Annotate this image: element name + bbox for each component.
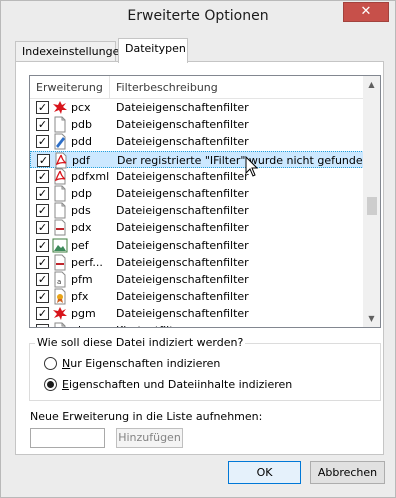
- extension-text: pds: [71, 204, 91, 218]
- ok-button[interactable]: OK: [228, 461, 301, 484]
- red-bar-file-icon: [52, 219, 68, 236]
- pdf-icon: [52, 168, 68, 185]
- svg-text:a: a: [57, 278, 61, 286]
- extension-text: pfx: [71, 290, 89, 304]
- filter-description: Dateieigenschaftenfilter: [116, 204, 249, 218]
- blank-file-icon: [52, 185, 68, 202]
- new-extension-input[interactable]: [30, 428, 105, 448]
- list-item-pgm[interactable]: ✓ pgm Dateieigenschaftenfilter: [30, 305, 364, 322]
- extension-text: pdd: [71, 135, 92, 149]
- new-extension-label: Neue Erweiterung in die Liste aufnehmen:: [30, 410, 263, 423]
- list-item-perf[interactable]: ✓ perf... Dateieigenschaftenfilter: [30, 254, 364, 271]
- extension-text: pdf: [72, 153, 90, 167]
- checkbox[interactable]: ✓: [36, 204, 49, 218]
- blank-file-icon: [52, 116, 68, 133]
- list-item-pdd[interactable]: ✓ pdd Dateieigenschaftenfilter: [30, 133, 364, 150]
- checkbox[interactable]: ✓: [36, 238, 49, 252]
- checkbox[interactable]: ✓: [36, 186, 49, 200]
- certificate-file-icon: [52, 288, 68, 305]
- radio-button[interactable]: [44, 357, 57, 370]
- mouse-pointer-icon: [245, 156, 259, 177]
- column-header-extension[interactable]: Erweiterung: [30, 76, 110, 99]
- extension-text: perf...: [71, 255, 103, 269]
- checkbox[interactable]: ✓: [36, 118, 49, 132]
- filter-description: Dateieigenschaftenfilter: [116, 290, 249, 304]
- extension-text: pdfxml: [71, 169, 110, 183]
- blank-file-icon: [52, 202, 68, 219]
- title-bar: Erweiterte Optionen ✕: [1, 1, 395, 32]
- checkbox[interactable]: ✓: [36, 290, 49, 304]
- filter-description: Dateieigenschaftenfilter: [116, 221, 249, 235]
- checkbox[interactable]: ✓: [36, 255, 49, 269]
- cancel-button[interactable]: Abbrechen: [310, 461, 385, 484]
- column-header-description[interactable]: Filterbeschreibung: [110, 76, 364, 99]
- checkbox[interactable]: ✓: [36, 324, 49, 327]
- pdf-icon: [53, 152, 69, 169]
- file-type-list[interactable]: Erweiterung Filterbeschreibung ✓ pcx Datei…: [29, 75, 381, 328]
- checkbox[interactable]: ✓: [36, 169, 49, 183]
- tab-dateitypen[interactable]: Dateitypen: [118, 38, 188, 63]
- window-title: Erweiterte Optionen: [127, 8, 269, 24]
- extension-text: pfm: [71, 272, 93, 286]
- dialog-window: Erweiterte Optionen ✕ Indexeinstellungen…: [0, 0, 396, 498]
- close-button[interactable]: ✕: [343, 2, 389, 22]
- scrollbar-thumb[interactable]: [367, 197, 377, 215]
- font-file-icon: a: [52, 271, 68, 288]
- index-options-group: Wie soll diese Datei indiziert werden? N…: [29, 336, 381, 401]
- list-item-pds[interactable]: ✓ pds Dateieigenschaftenfilter: [30, 202, 364, 219]
- list-item-pdfxml[interactable]: ✓ pdfxml Dateieigenschaftenfilter: [30, 168, 364, 185]
- list-item-pfx[interactable]: ✓ pfx Dateieigenschaftenfilter: [30, 288, 364, 305]
- group-legend: Wie soll diese Datei indiziert werden?: [35, 336, 246, 349]
- filter-description: Dateieigenschaftenfilter: [116, 101, 249, 114]
- scroll-down-arrow-icon[interactable]: ▼: [363, 310, 380, 327]
- filter-description: Dateieigenschaftenfilter: [116, 307, 249, 321]
- brush-file-icon: [52, 133, 68, 150]
- extension-text: pdb: [71, 118, 92, 132]
- filter-description: Dateieigenschaftenfilter: [116, 118, 249, 132]
- filter-description: Dateieigenschaftenfilter: [116, 135, 249, 149]
- red-bar-file-icon: [52, 254, 68, 271]
- image-file-icon: [52, 237, 68, 254]
- extension-text: pdp: [71, 186, 92, 200]
- extension-text: pdx: [71, 221, 92, 235]
- tab-panel-dateitypen: Erweiterung Filterbeschreibung ✓ pcx Datei…: [15, 61, 384, 455]
- list-item-pdf[interactable]: ✓ pdf Der registrierte "IFilter" wurde nic…: [30, 150, 373, 169]
- extension-text: pef: [71, 238, 89, 252]
- radio-button-checked[interactable]: [44, 378, 57, 391]
- checkbox[interactable]: ✓: [36, 135, 49, 149]
- list-header: Erweiterung Filterbeschreibung: [30, 76, 364, 99]
- paint-splat-icon: [52, 305, 68, 322]
- checkbox[interactable]: ✓: [36, 307, 49, 321]
- checkbox[interactable]: ✓: [36, 221, 49, 235]
- add-button[interactable]: Hinzufügen: [116, 428, 183, 448]
- list-item-php[interactable]: ✓ php Klartextfilter: [30, 322, 364, 327]
- extension-text: pgm: [71, 307, 96, 321]
- checkbox[interactable]: ✓: [36, 272, 49, 286]
- list-item-pdx[interactable]: ✓ pdx Dateieigenschaftenfilter: [30, 219, 364, 236]
- list-item-pef[interactable]: ✓ pef Dateieigenschaftenfilter: [30, 237, 364, 254]
- vertical-scrollbar[interactable]: ▲ ▼: [363, 76, 380, 327]
- filter-description: Dateieigenschaftenfilter: [116, 238, 249, 252]
- filter-description: Dateieigenschaftenfilter: [116, 186, 249, 200]
- filter-description: Dateieigenschaftenfilter: [116, 272, 249, 286]
- extension-text: pcx: [71, 101, 91, 114]
- filter-description: Klartextfilter: [116, 322, 185, 327]
- tab-indexeinstellungen[interactable]: Indexeinstellungen: [15, 41, 126, 62]
- blank-file-icon: [52, 322, 68, 327]
- filter-description: Dateieigenschaftenfilter: [116, 255, 249, 269]
- scroll-up-arrow-icon[interactable]: ▲: [363, 76, 380, 93]
- checkbox[interactable]: ✓: [37, 153, 50, 167]
- list-rows: ✓ pcx Dateieigenschaftenfilter ✓ pdb Dateieig…: [30, 99, 373, 327]
- list-item-pcx[interactable]: ✓ pcx Dateieigenschaftenfilter: [30, 99, 364, 116]
- filter-description: Dateieigenschaftenfilter: [116, 169, 249, 183]
- paint-splat-icon: [52, 99, 68, 116]
- extension-text: php: [71, 322, 92, 327]
- list-item-pfm[interactable]: ✓ a pfm Dateieigenschaftenfilter: [30, 271, 364, 288]
- checkbox[interactable]: ✓: [36, 101, 49, 114]
- list-item-pdb[interactable]: ✓ pdb Dateieigenschaftenfilter: [30, 116, 364, 133]
- list-item-pdp[interactable]: ✓ pdp Dateieigenschaftenfilter: [30, 185, 364, 202]
